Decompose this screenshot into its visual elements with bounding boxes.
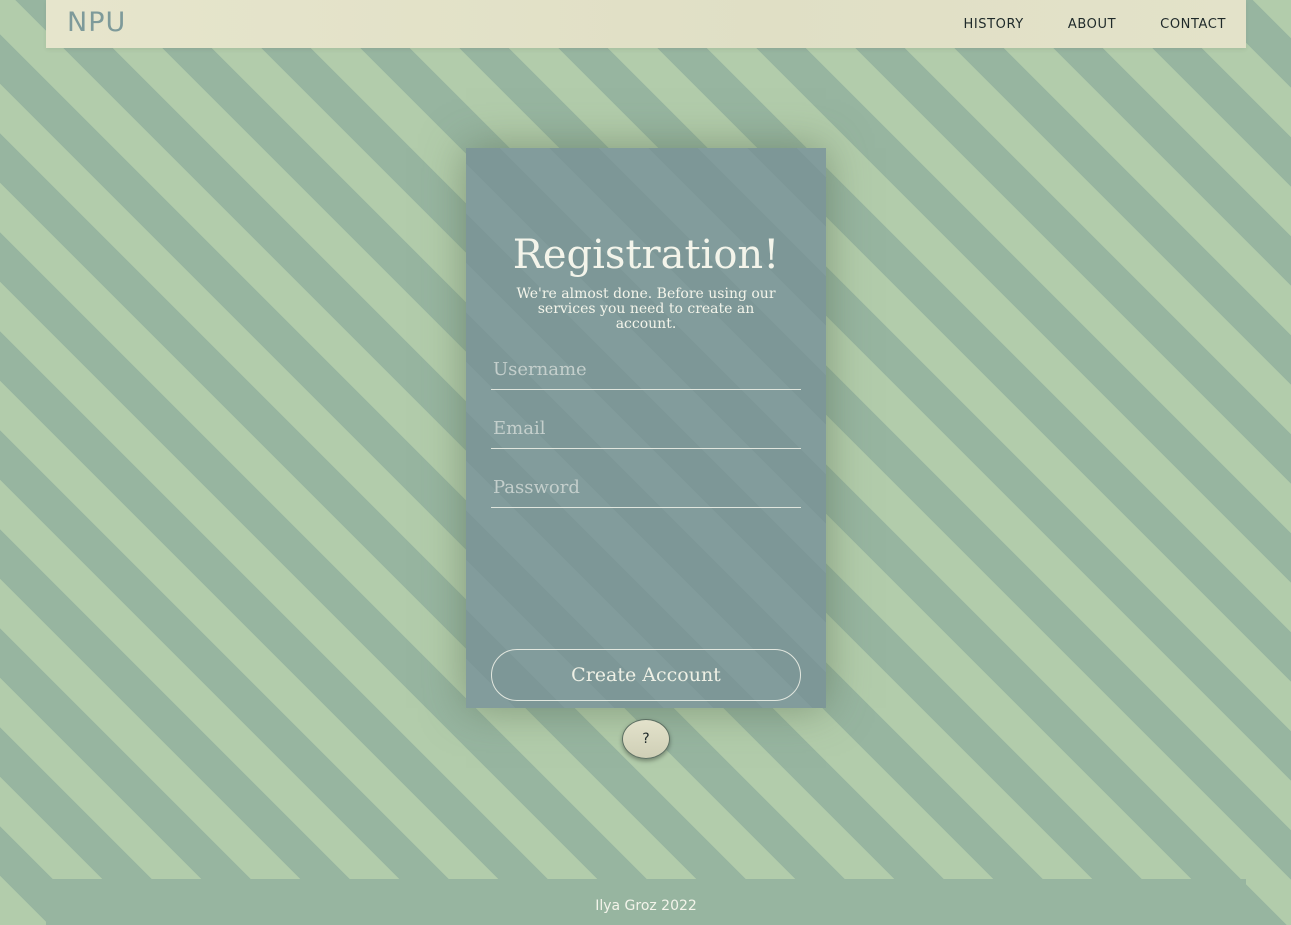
footer-text: Ilya Groz 2022 bbox=[595, 897, 697, 914]
password-input[interactable] bbox=[491, 468, 801, 508]
navbar: NPU HISTORY ABOUT CONTACT bbox=[46, 0, 1246, 48]
email-input[interactable] bbox=[491, 409, 801, 449]
help-button[interactable]: ? bbox=[622, 719, 670, 759]
registration-title: Registration! bbox=[512, 232, 780, 278]
nav-link-contact[interactable]: CONTACT bbox=[1160, 17, 1226, 32]
username-input[interactable] bbox=[491, 350, 801, 390]
footer: Ilya Groz 2022 bbox=[46, 879, 1246, 925]
nav-menu: HISTORY ABOUT CONTACT bbox=[963, 0, 1226, 48]
registration-card: Registration! We're almost done. Before … bbox=[466, 148, 826, 708]
site-logo[interactable]: NPU bbox=[67, 6, 126, 40]
create-account-button[interactable]: Create Account bbox=[491, 649, 801, 701]
registration-subtitle: We're almost done. Before using our serv… bbox=[516, 286, 776, 332]
nav-link-history[interactable]: HISTORY bbox=[963, 17, 1023, 32]
nav-link-about[interactable]: ABOUT bbox=[1068, 17, 1116, 32]
